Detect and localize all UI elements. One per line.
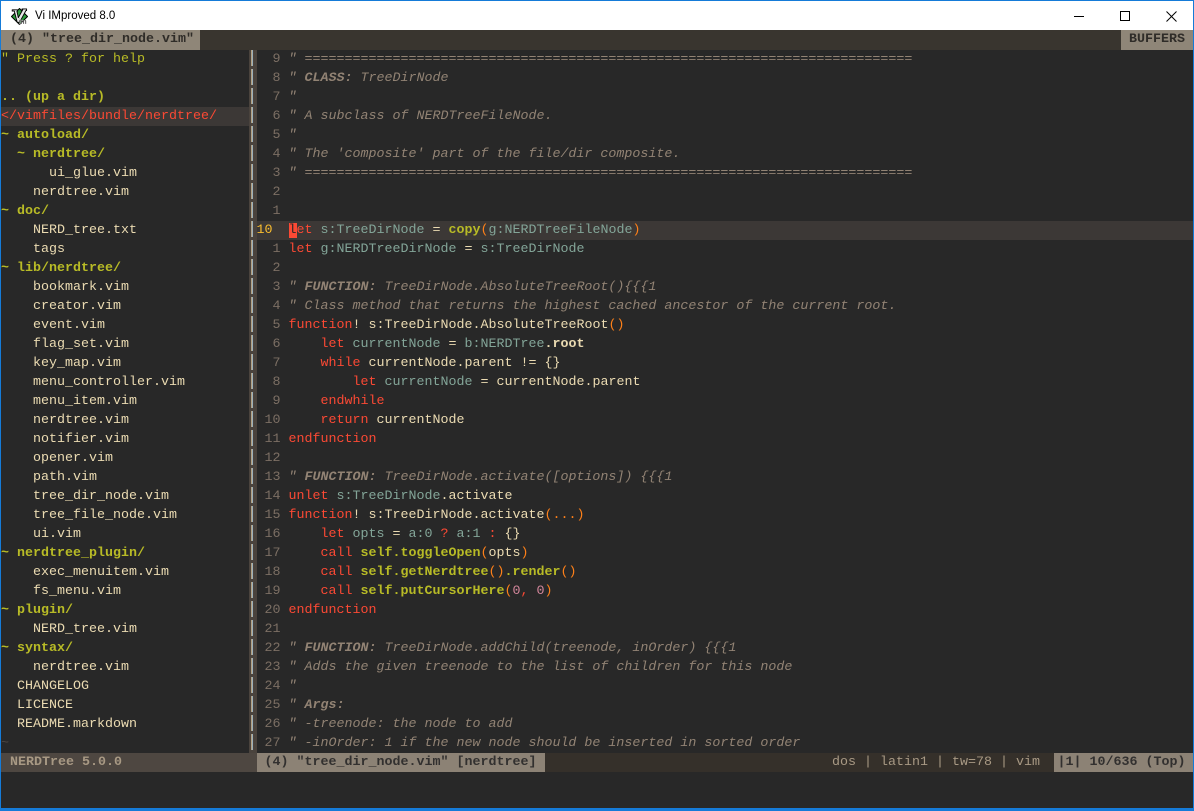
svg-text:im: im <box>19 19 27 25</box>
